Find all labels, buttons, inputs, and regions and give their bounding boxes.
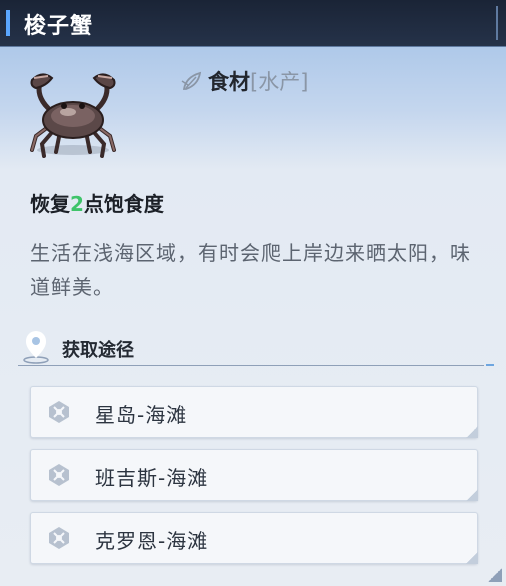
- crab-icon: [30, 73, 116, 158]
- leaf-icon: [181, 71, 202, 90]
- source-item-button[interactable]: 班吉斯-海滩: [30, 449, 478, 501]
- item-description: 生活在浅海区域，有时会爬上岸边来晒太阳，味道鲜美。: [30, 241, 471, 299]
- category-sub-label: [水产]: [250, 70, 309, 94]
- item-category: 食材 [水产]: [180, 66, 308, 96]
- source-item-label: 班吉斯-海滩: [95, 466, 209, 490]
- item-title: 梭子蟹: [24, 14, 94, 39]
- source-item-button[interactable]: 克罗恩-海滩: [30, 512, 478, 564]
- source-item-label: 克罗恩-海滩: [95, 529, 209, 553]
- source-divider-accent: [486, 364, 494, 366]
- restore-suffix: 点饱食度: [83, 192, 164, 216]
- portal-icon: [49, 401, 69, 423]
- location-pin-icon: [23, 331, 49, 364]
- source-item-button[interactable]: 星岛-海滩: [30, 386, 478, 438]
- source-header: 获取途径: [18, 330, 498, 366]
- title-frame-decoration: [478, 6, 498, 40]
- title-bar: 梭子蟹: [0, 0, 506, 47]
- title-accent-bar: [6, 10, 10, 36]
- item-detail-panel: 梭子蟹 食材 [水产] 恢复2点饱食度 生活在浅海区域，有时会爬上岸边来晒太阳，…: [0, 0, 506, 586]
- source-divider: [18, 365, 484, 366]
- source-item-label: 星岛-海滩: [95, 403, 188, 427]
- portal-icon: [49, 527, 69, 549]
- restore-value: 2: [70, 192, 84, 216]
- restore-effect: 恢复2点饱食度: [30, 188, 164, 217]
- portal-icon: [49, 464, 69, 486]
- restore-prefix: 恢复: [30, 192, 70, 216]
- source-label: 获取途径: [62, 340, 134, 361]
- category-label: 食材: [208, 70, 250, 94]
- panel-corner-decoration: [488, 568, 502, 582]
